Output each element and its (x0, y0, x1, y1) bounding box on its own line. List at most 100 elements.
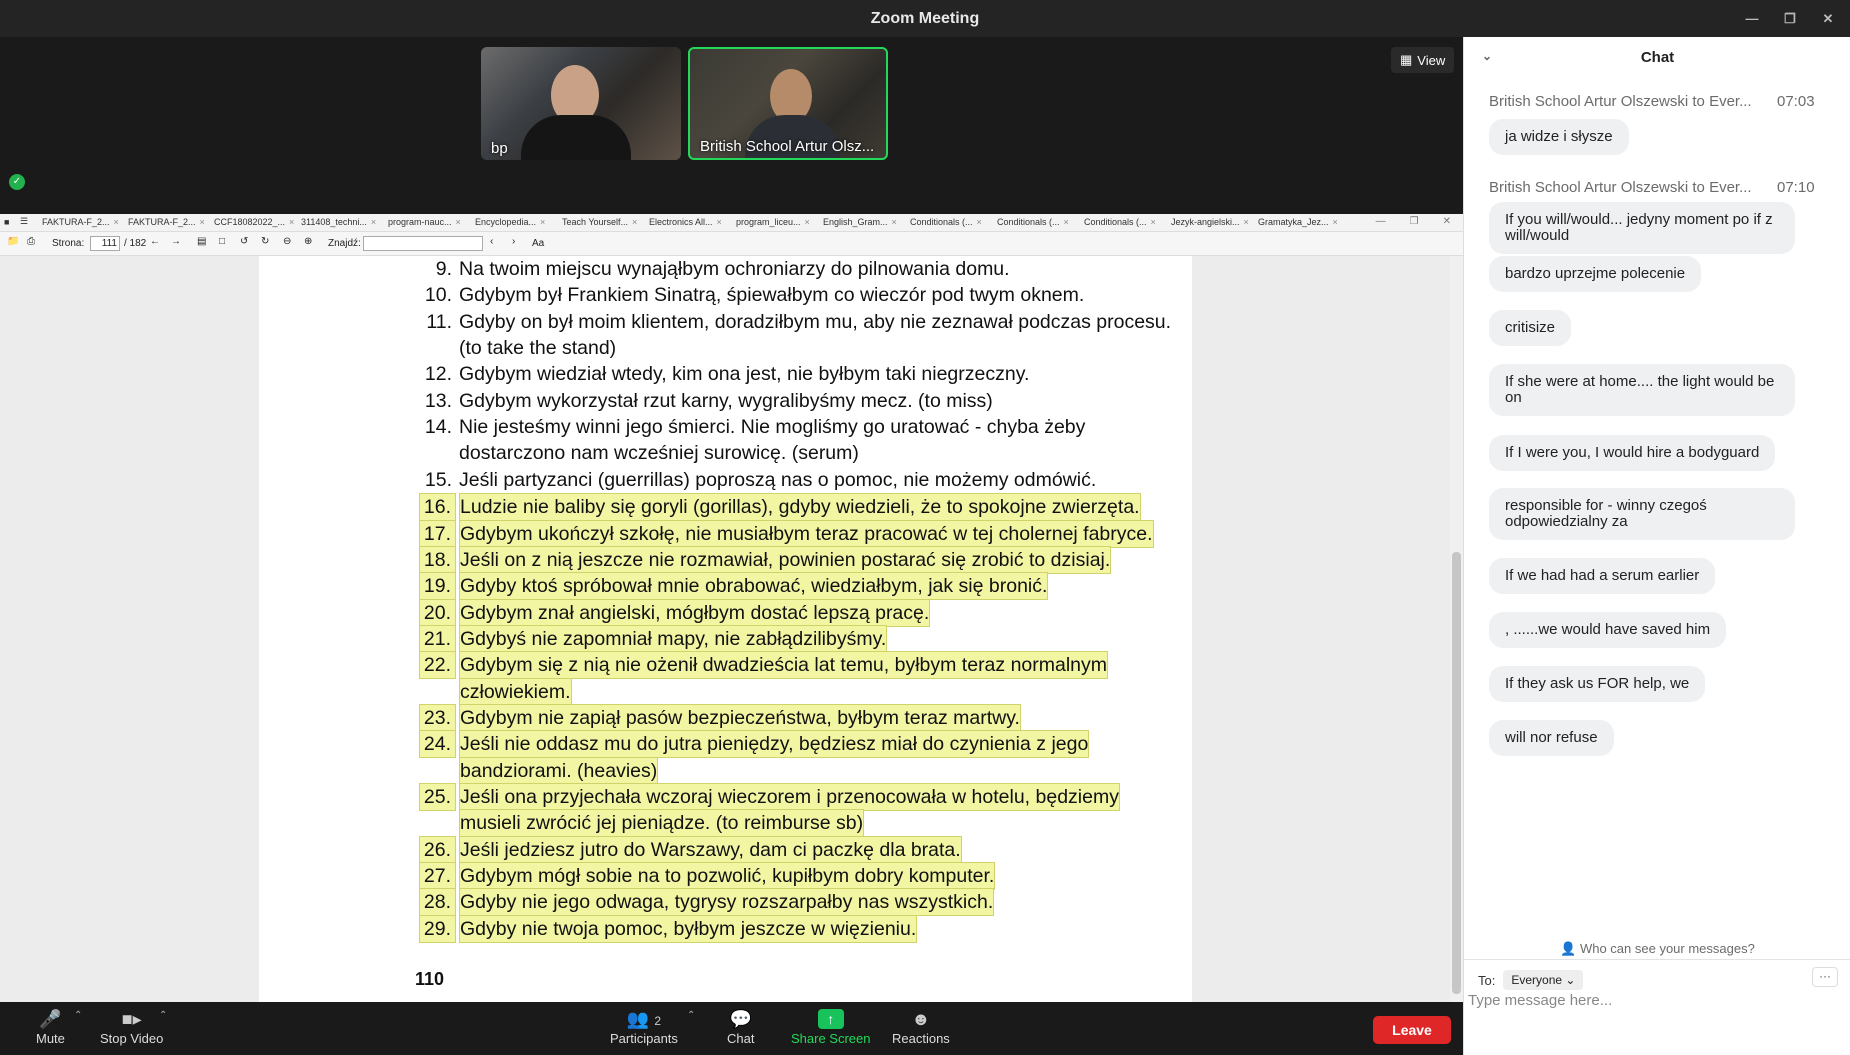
pdf-tab[interactable]: program-nauc... × (388, 217, 461, 227)
close-tab-icon[interactable]: × (632, 217, 637, 227)
pdf-tab[interactable]: FAKTURA-F_2... × (128, 217, 205, 227)
close-tab-icon[interactable]: × (892, 217, 897, 227)
close-tab-icon[interactable]: × (805, 217, 810, 227)
audio-options-chevron-icon[interactable]: ⌃ (74, 1010, 82, 1021)
minimize-icon[interactable]: — (1376, 216, 1386, 227)
page-label: Strona: (52, 238, 85, 249)
previous-page-icon[interactable]: ← (150, 236, 160, 247)
chat-message[interactable]: If they ask us FOR help, we (1489, 666, 1706, 702)
chat-message[interactable]: will nor refuse (1489, 720, 1614, 756)
restore-icon[interactable]: ❐ (1782, 11, 1798, 27)
scrollbar-thumb[interactable] (1452, 552, 1461, 994)
encryption-shield-icon[interactable]: ✓ (9, 174, 25, 190)
view-button[interactable]: ▦ View (1391, 47, 1455, 73)
pdf-tab[interactable]: FAKTURA-F_2... × (42, 217, 119, 227)
more-options-button[interactable]: ··· (1812, 967, 1838, 987)
exercise-number: 13. (424, 389, 452, 412)
minimize-icon[interactable]: — (1744, 11, 1760, 26)
chat-message[interactable]: If you will/would... jedyny moment po if… (1489, 202, 1795, 254)
exercise-number: 26. (419, 835, 456, 864)
participants-options-chevron-icon[interactable]: ⌃ (687, 1010, 695, 1021)
pdf-tab[interactable]: Encyclopedia... × (475, 217, 545, 227)
reactions-button[interactable]: ☻ Reactions (892, 1007, 950, 1046)
pdf-tab[interactable]: CCF18082022_... × (214, 217, 294, 227)
pdf-tab[interactable]: Conditionals (... × (910, 217, 982, 227)
chat-button[interactable]: 💬 Chat (727, 1007, 754, 1046)
chat-message[interactable]: If she were at home.... the light would … (1489, 364, 1795, 416)
leave-button[interactable]: Leave (1373, 1016, 1451, 1044)
pdf-tab[interactable]: Electronics All... × (649, 217, 722, 227)
video-options-chevron-icon[interactable]: ⌃ (159, 1010, 167, 1021)
zoom-out-icon[interactable]: ⊖ (283, 236, 291, 247)
title-bar: Zoom Meeting — ❐ ✕ (0, 0, 1850, 37)
exercise-number: 25. (419, 783, 456, 811)
exercise-text: Gdyby on był moim klientem, doradziłbym … (459, 310, 1172, 333)
close-tab-icon[interactable]: × (456, 217, 461, 227)
exercise-text: Gdybym mógł sobie na to pozwolić, kupiłb… (459, 862, 996, 891)
chat-message[interactable]: critisize (1489, 310, 1572, 346)
next-page-icon[interactable]: → (171, 236, 181, 247)
recipient-dropdown[interactable]: Everyone ⌄ (1503, 970, 1584, 990)
pdf-tab-active[interactable]: Gramatyka_Jez... × (1258, 217, 1338, 227)
pdf-tab[interactable]: English_Gram... × (823, 217, 897, 227)
chat-message[interactable]: If I were you, I would hire a bodyguard (1489, 435, 1776, 471)
zoom-in-icon[interactable]: ⊕ (304, 236, 312, 247)
print-icon[interactable]: ⎙ (27, 236, 35, 247)
close-tab-icon[interactable]: × (1244, 217, 1249, 227)
chat-bubble-icon: 💬 (729, 1009, 752, 1029)
microphone-icon: 🎤 (39, 1009, 62, 1029)
close-tab-icon[interactable]: × (540, 217, 545, 227)
chevron-down-icon[interactable]: ⌄ (1482, 49, 1492, 63)
exercise-text: Gdybym ukończył szkołę, nie musiałbym te… (459, 519, 1154, 548)
who-can-see-link[interactable]: 👤 Who can see your messages? (1464, 941, 1850, 957)
close-icon[interactable]: ✕ (1820, 11, 1836, 27)
find-next-icon[interactable]: › (512, 236, 515, 247)
share-screen-button[interactable]: ↑ Share Screen (791, 1007, 871, 1046)
rotate-left-icon[interactable]: ↺ (240, 236, 248, 247)
pdf-scrollbar[interactable] (1450, 256, 1463, 1002)
close-tab-icon[interactable]: × (200, 217, 205, 227)
find-previous-icon[interactable]: ‹ (490, 236, 493, 247)
pdf-tab[interactable]: Teach Yourself... × (562, 217, 637, 227)
chat-message[interactable]: , ......we would have saved him (1489, 612, 1727, 648)
stop-video-button[interactable]: ■▸ Stop Video (100, 1007, 163, 1046)
rotate-right-icon[interactable]: ↻ (261, 236, 269, 247)
close-tab-icon[interactable]: × (1064, 217, 1069, 227)
chat-message[interactable]: responsible for - winny czegoś odpowiedz… (1489, 488, 1795, 540)
close-icon[interactable]: ✕ (1443, 216, 1451, 227)
close-tab-icon[interactable]: × (371, 217, 376, 227)
menu-icon[interactable]: ☰ (20, 216, 28, 227)
fit-page-icon[interactable]: □ (219, 236, 225, 247)
pdf-tab-bar: ■ ☰ FAKTURA-F_2... × FAKTURA-F_2... × CCF1… (0, 214, 1463, 232)
mute-button[interactable]: 🎤 Mute (36, 1007, 65, 1046)
pdf-tab[interactable]: program_liceu... × (736, 217, 810, 227)
fit-width-icon[interactable]: ▤ (197, 236, 206, 247)
chat-message[interactable]: If we had had a serum earlier (1489, 558, 1716, 594)
pdf-viewport[interactable]: 9. Na twoim miejscu wynająłbym ochroniarz… (0, 256, 1463, 1002)
close-tab-icon[interactable]: × (1333, 217, 1338, 227)
chat-message[interactable]: bardzo uprzejme polecenie (1489, 256, 1702, 292)
exercise-text: Jeśli on z nią jeszcze nie rozmawiał, po… (459, 545, 1112, 574)
open-folder-icon[interactable]: 📁 (7, 236, 19, 247)
pdf-tab[interactable]: Jezyk-angielski... × (1171, 217, 1249, 227)
restore-icon[interactable]: ❐ (1410, 216, 1419, 227)
exercise-text: Jeśli nie oddasz mu do jutra pieniędzy, … (459, 730, 1090, 759)
close-tab-icon[interactable]: × (717, 217, 722, 227)
chat-message[interactable]: ja widze i słysze (1489, 119, 1629, 155)
app-logo-icon: ■ (4, 217, 10, 227)
pdf-tab[interactable]: 311408_techni... × (301, 217, 376, 227)
exercise-number: 22. (419, 651, 456, 680)
chat-message-input[interactable]: Type message here... (1468, 992, 1612, 1009)
close-tab-icon[interactable]: × (289, 217, 294, 227)
participants-button[interactable]: 👥 2 Participants (610, 1007, 678, 1046)
participant-tile-active-speaker[interactable]: British School Artur Olsz... (688, 47, 888, 160)
find-input[interactable] (363, 236, 483, 251)
pdf-tab[interactable]: Conditionals (... × (1084, 217, 1156, 227)
close-tab-icon[interactable]: × (977, 217, 982, 227)
close-tab-icon[interactable]: × (114, 217, 119, 227)
pdf-tab[interactable]: Conditionals (... × (997, 217, 1069, 227)
match-case-toggle[interactable]: Aa (532, 238, 544, 249)
participant-tile[interactable]: bp (481, 47, 681, 160)
close-tab-icon[interactable]: × (1151, 217, 1156, 227)
page-number-input[interactable]: 111 (90, 236, 120, 251)
